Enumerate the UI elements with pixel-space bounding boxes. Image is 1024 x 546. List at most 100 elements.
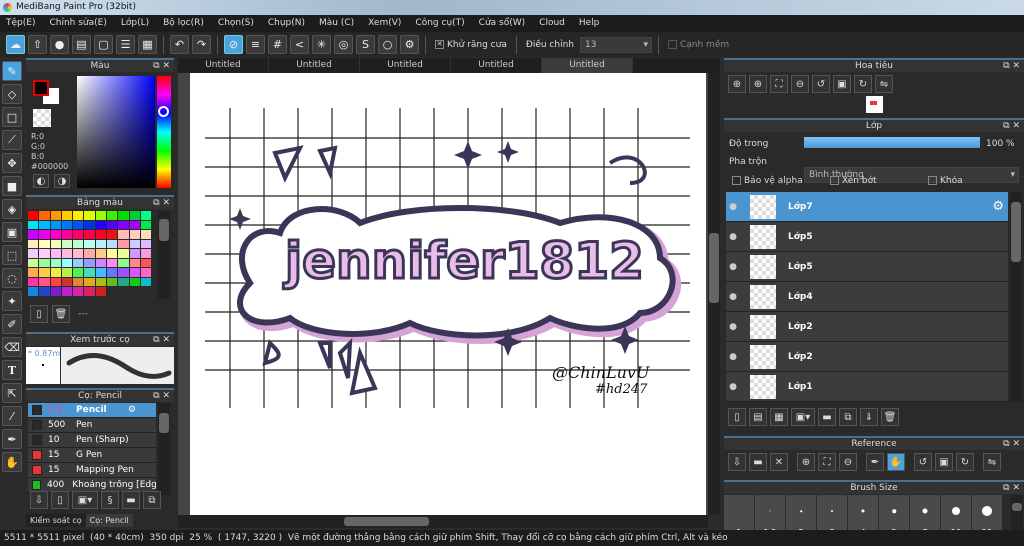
palette-swatch[interactable] xyxy=(95,211,107,220)
palette-swatch[interactable] xyxy=(95,220,107,229)
brush-item[interactable]: 500 Pen xyxy=(28,418,156,433)
gradient-fill-icon[interactable]: ▣ xyxy=(2,222,22,242)
gradient-tool-icon[interactable]: ⟋ xyxy=(2,130,22,150)
palette-swatch[interactable] xyxy=(28,258,39,267)
select-pen-icon[interactable]: ✐ xyxy=(2,314,22,334)
palette-swatch[interactable] xyxy=(140,268,152,277)
bucket-tool-icon[interactable]: ◈ xyxy=(2,199,22,219)
flip-icon[interactable]: ⇋ xyxy=(875,75,893,93)
palette-swatch[interactable] xyxy=(39,268,50,277)
cloud-download-icon[interactable]: ⇩ xyxy=(30,491,48,509)
canvas-horizontal-scrollbar[interactable] xyxy=(178,515,708,528)
layer-row[interactable]: ● Lớp4 xyxy=(726,282,1008,312)
operation-tool-icon[interactable]: ⇱ xyxy=(2,383,22,403)
visibility-icon[interactable]: ● xyxy=(726,262,740,272)
canvas-vertical-scrollbar[interactable] xyxy=(708,73,720,515)
palette-swatch[interactable] xyxy=(50,230,61,239)
float-close-icon[interactable]: ⧉ ✕ xyxy=(153,334,170,346)
palette-swatch[interactable] xyxy=(129,249,140,258)
palette-swatch[interactable] xyxy=(73,287,84,296)
palette-swatch[interactable] xyxy=(39,211,50,220)
artwork-canvas[interactable]: jennifer1812 @ChinLuvU #hd247 xyxy=(190,73,706,515)
add-layer-dropdown-icon[interactable]: ▣▾ xyxy=(791,408,815,426)
palette-swatch[interactable] xyxy=(84,287,95,296)
menu-window[interactable]: Cửa sổ(W) xyxy=(479,15,531,32)
gear-icon[interactable]: ⚙ xyxy=(128,405,136,415)
menu-file[interactable]: Tệp(E) xyxy=(6,15,41,32)
palette-swatch[interactable] xyxy=(73,268,84,277)
palette-swatch[interactable] xyxy=(61,249,73,258)
duplicate-layer-icon[interactable]: ⧉ xyxy=(839,408,857,426)
visibility-icon[interactable]: ● xyxy=(726,352,740,362)
fill-rect-icon[interactable]: ■ xyxy=(2,176,22,196)
hand-icon[interactable]: ✋ xyxy=(887,453,905,471)
palette-swatch[interactable] xyxy=(73,277,84,286)
adjust-select[interactable]: 13 ▾ xyxy=(579,36,652,53)
palette-swatch[interactable] xyxy=(140,258,152,267)
layer-row[interactable]: ● Lớp5 xyxy=(726,252,1008,282)
palette-swatch[interactable] xyxy=(107,220,118,229)
navigator-thumbnail[interactable] xyxy=(866,96,883,113)
palette-swatch[interactable] xyxy=(73,220,84,229)
brush-size-scrollbar[interactable] xyxy=(1011,495,1023,530)
visibility-icon[interactable]: ● xyxy=(726,292,740,302)
palette-swatch[interactable] xyxy=(28,230,39,239)
float-close-icon[interactable]: ⧉ ✕ xyxy=(1003,438,1020,450)
palette-swatch[interactable] xyxy=(95,287,107,296)
brush-scrollbar[interactable] xyxy=(158,403,170,495)
hue-slider[interactable] xyxy=(157,76,171,188)
palette-scrollbar[interactable] xyxy=(158,211,170,299)
palette-swatch[interactable] xyxy=(84,258,95,267)
cloud-download-icon[interactable]: ⇩ xyxy=(728,453,746,471)
palette-swatch[interactable] xyxy=(84,277,95,286)
tab-untitled-5[interactable]: Untitled xyxy=(542,58,633,73)
palette-swatch[interactable] xyxy=(140,249,152,258)
palette-swatch[interactable] xyxy=(61,258,73,267)
palette-swatch[interactable] xyxy=(107,258,118,267)
curve-snap-icon[interactable]: S xyxy=(356,35,375,54)
tab-untitled-3[interactable]: Untitled xyxy=(360,58,451,73)
palette-swatch[interactable] xyxy=(95,230,107,239)
folder-icon[interactable]: ▬ xyxy=(818,408,836,426)
tab-untitled-2[interactable]: Untitled xyxy=(269,58,360,73)
layer-row[interactable]: ● Lớp2 xyxy=(726,312,1008,342)
fit-icon[interactable]: ⛶ xyxy=(770,75,788,93)
comment-icon[interactable]: ● xyxy=(50,35,69,54)
menu-view[interactable]: Xem(V) xyxy=(368,15,407,32)
menu-layer[interactable]: Lớp(L) xyxy=(121,15,155,32)
palette-swatch[interactable] xyxy=(118,258,129,267)
layer-row[interactable]: ● Lớp5 xyxy=(726,222,1008,252)
opacity-slider[interactable] xyxy=(804,137,980,148)
rotate-right-icon[interactable]: ↻ xyxy=(956,453,974,471)
foreground-color-swatch[interactable] xyxy=(33,80,49,96)
palette-swatch[interactable] xyxy=(107,230,118,239)
layer-scrollbar[interactable] xyxy=(1010,192,1022,402)
palette-swatch[interactable] xyxy=(95,268,107,277)
menu-edit[interactable]: Chỉnh sửa(E) xyxy=(49,15,112,32)
palette-swatch[interactable] xyxy=(118,277,129,286)
eyedropper-icon[interactable]: ✒ xyxy=(2,429,22,449)
palette-swatch[interactable] xyxy=(50,268,61,277)
saturation-value-picker[interactable] xyxy=(77,76,155,188)
visibility-icon[interactable]: ● xyxy=(726,382,740,392)
menu-filter[interactable]: Bộ lọc(R) xyxy=(163,15,210,32)
palette-swatch[interactable] xyxy=(61,287,73,296)
palette-swatch[interactable] xyxy=(28,220,39,229)
palette-swatch[interactable] xyxy=(28,268,39,277)
open-folder-icon[interactable]: ▬ xyxy=(749,453,767,471)
reset-icon[interactable]: ▣ xyxy=(935,453,953,471)
snap-off-icon[interactable]: ⊘ xyxy=(224,35,243,54)
palette-swatch[interactable] xyxy=(50,249,61,258)
palette-swatch[interactable] xyxy=(73,239,84,248)
palette-swatch[interactable] xyxy=(39,249,50,258)
zoom-in-icon[interactable]: ⊕ xyxy=(797,453,815,471)
hue-handle[interactable] xyxy=(158,106,169,117)
select-icon[interactable]: ⬚ xyxy=(2,245,22,265)
palette-swatch[interactable] xyxy=(140,220,152,229)
lock-checkbox[interactable]: Khóa xyxy=(928,176,963,186)
folder-icon[interactable]: ▬ xyxy=(122,491,140,509)
palette-swatch[interactable] xyxy=(28,277,39,286)
lasso-icon[interactable]: ◌ xyxy=(2,268,22,288)
palette-swatch[interactable] xyxy=(39,287,50,296)
tab-brush-pencil[interactable]: Cọ: Pencil xyxy=(85,514,133,527)
